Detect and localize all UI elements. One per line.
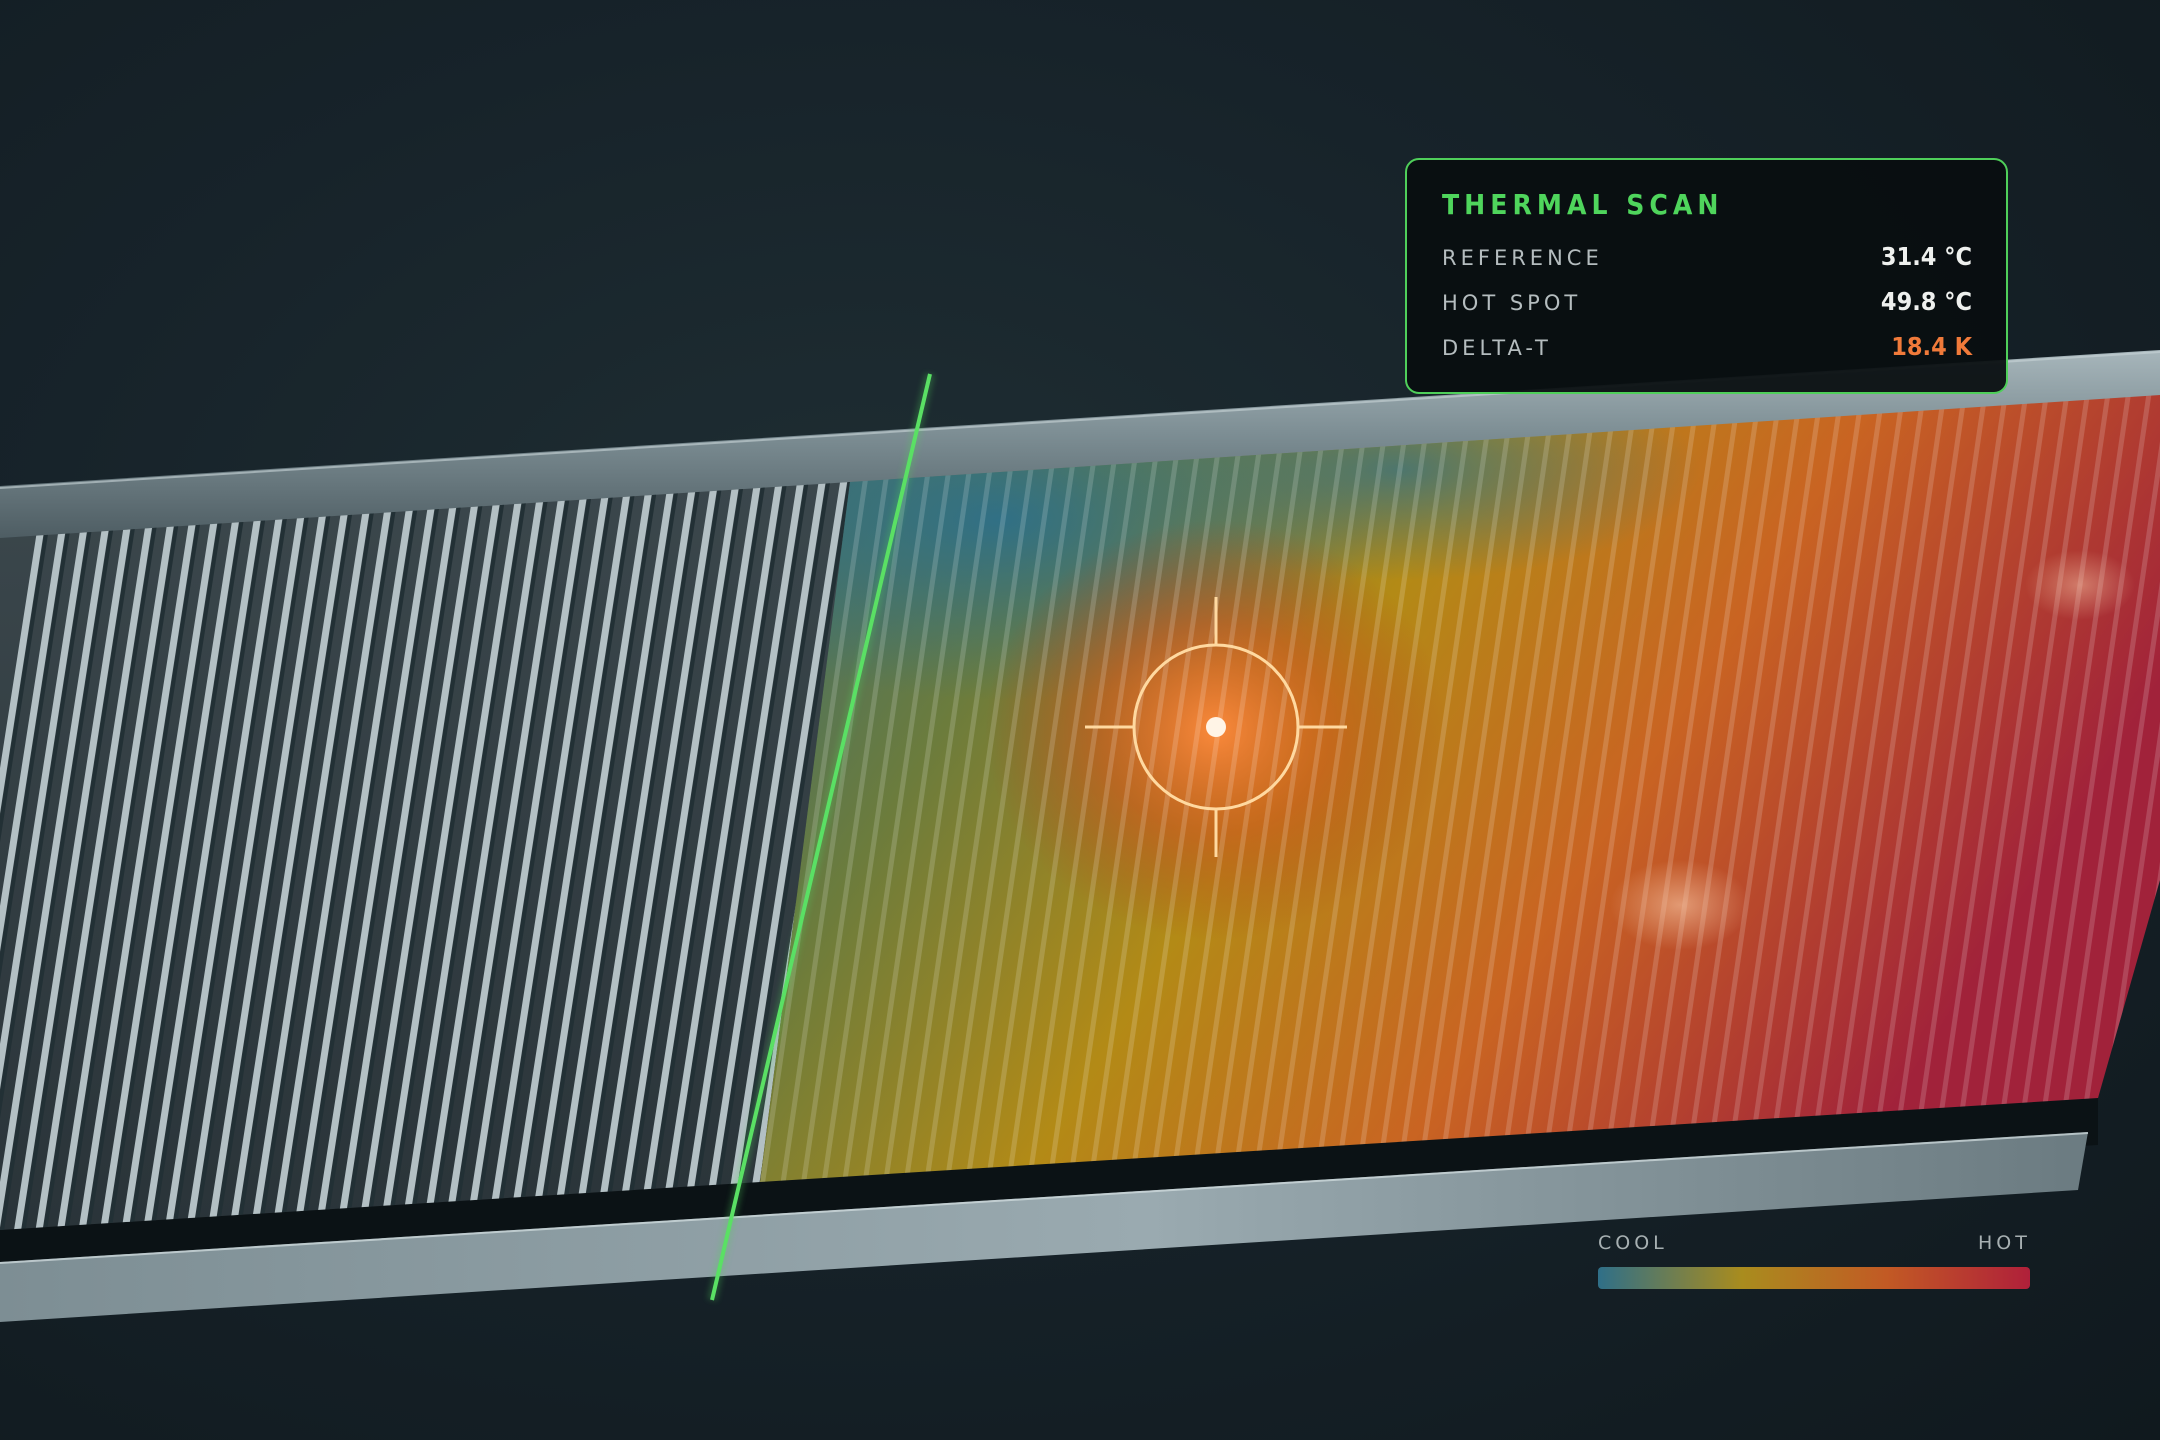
reference-value: 31.4 °C [1880, 242, 1972, 271]
warm-spot-glow [1610, 860, 1750, 950]
delta-t-value: 18.4 K [1891, 332, 1972, 361]
hot-spot-value: 49.8 °C [1880, 287, 1972, 316]
panel-title: THERMAL SCAN [1442, 188, 1724, 221]
color-scale-bar [1598, 1267, 2030, 1289]
delta-t-label: DELTA-T [1442, 336, 1552, 360]
legend-cool-label: COOL [1598, 1232, 1668, 1254]
legend-hot-label: HOT [1978, 1232, 2031, 1254]
reference-label: REFERENCE [1442, 246, 1603, 270]
hot-spot-label: HOT SPOT [1442, 291, 1582, 315]
thermal-scan-panel: THERMAL SCAN REFERENCE 31.4 °C HOT SPOT … [1405, 158, 2008, 394]
